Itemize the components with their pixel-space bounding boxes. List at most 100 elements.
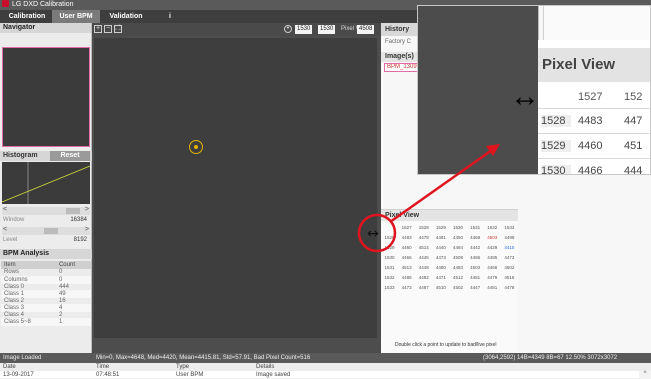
tab-info[interactable]: i [160,10,180,23]
log-cell: User BPM [176,372,204,378]
zoomed-header-row: 1527 152 [538,88,650,108]
pixel-cell[interactable]: 4471 [432,273,449,283]
pixel-cell[interactable]: 4503 [484,233,501,243]
log-scroll-up-icon[interactable]: ^ [639,371,651,379]
pixel-cell[interactable]: 4415 [501,243,518,253]
pixel-cell[interactable]: 4499 [501,233,518,243]
pixel-view-grid[interactable]: 1527 1528 1529 1530 1531 1532 1533 1528 … [381,223,518,293]
pixel-col-header: 1532 [487,225,498,230]
window-slider-thumb[interactable] [66,208,80,214]
status-left: Image Loaded [3,355,42,361]
pixel-cell[interactable]: 4450 [450,233,467,243]
pixel-row[interactable]: 1530 4466 4445 4473 4508 4486 4485 4473 [381,253,518,263]
locate-icon[interactable]: • [284,25,292,33]
pixel-cell[interactable]: 4478 [501,283,518,293]
level-slider[interactable]: < > [2,226,90,235]
pixel-cell[interactable]: 4516 [501,273,518,283]
slider-right-arrow-icon[interactable]: > [85,206,89,213]
pixel-row[interactable]: 1531 4513 4448 4480 4483 4503 4466 4502 [381,263,518,273]
pixel-cell[interactable]: 4481 [432,233,449,243]
pixel-row[interactable]: 1533 4473 4487 4510 4502 4447 4481 4478 [381,283,518,293]
window-slider[interactable]: < > [2,206,90,215]
tab-user-bpm[interactable]: User BPM [52,10,100,23]
pixel-cell[interactable]: 4483 [398,233,415,243]
pixel-cell[interactable]: 4469 [467,233,484,243]
pixel-cell[interactable]: 4487 [415,283,432,293]
log-col-type: Type [176,364,190,370]
pixel-cell[interactable]: 4478 [415,233,432,243]
coord-x-field[interactable]: 1530 [295,25,313,34]
pixel-cell[interactable]: 4442 [467,243,484,253]
pixel-cell[interactable]: 4460 [398,243,415,253]
tab-calibration[interactable]: Calibration [2,10,52,23]
histogram-header: Histogram Reset [0,151,92,161]
level-slider-thumb[interactable] [44,228,58,234]
pixel-cell[interactable]: 4502 [501,263,518,273]
zoom-in-icon[interactable]: + [94,25,102,33]
image-canvas[interactable] [92,36,381,353]
pixel-view-panel: Pixel View 1527 1528 1529 1530 1531 1532… [381,209,518,353]
zoomed-row: 1529 4460 451 [538,133,650,158]
xray-image[interactable] [94,38,377,338]
pixel-cell[interactable]: 4479 [484,273,501,283]
zoomed-cell: 4460 [578,140,603,152]
pixel-cell[interactable]: 4473 [398,283,415,293]
pixel-cell[interactable]: 4466 [398,253,415,263]
pixel-cell[interactable]: 4447 [467,283,484,293]
slider-left-arrow-icon[interactable]: < [3,226,7,233]
pixel-cell[interactable]: 4502 [450,283,467,293]
pixel-row[interactable]: 1529 4460 4514 4440 4484 4442 4429 4415 [381,243,518,253]
pixel-cell[interactable]: 4480 [432,263,449,273]
zoom-out-icon[interactable]: − [104,25,112,33]
pixel-cell[interactable]: 4492 [415,273,432,283]
pixel-cell[interactable]: 4508 [450,253,467,263]
pixel-cell[interactable]: 4466 [484,263,501,273]
pixel-row[interactable]: 1532 4486 4492 4471 4512 4481 4479 4516 [381,273,518,283]
zoomed-row: 1528 4483 447 [538,108,650,133]
zoomed-cell: 4483 [578,115,603,127]
pixel-cell[interactable]: 4448 [415,263,432,273]
pixel-cell[interactable]: 4484 [450,243,467,253]
pixel-cell[interactable]: 4481 [467,273,484,283]
slider-left-arrow-icon[interactable]: < [3,206,7,213]
cell: 0 [55,269,91,277]
fit-screen-icon[interactable]: ⛶ [114,25,122,33]
pixel-cell[interactable]: 4486 [398,273,415,283]
pixel-row-label: 1532 [384,275,395,280]
factory-label[interactable]: Factory C [385,39,411,45]
cell: Class 5~8 [1,318,56,326]
pixel-row-label: 1528 [384,235,395,240]
pixel-row[interactable]: 1528 4483 4478 4481 4450 4469 4503 4499 [381,233,518,243]
zoomed-col-header: 152 [624,91,643,103]
histogram-chart[interactable] [1,162,91,204]
reset-button[interactable]: Reset [50,151,90,161]
zoomed-cell: 4466 [578,165,603,175]
slider-right-arrow-icon[interactable]: > [85,226,89,233]
pixel-cell[interactable]: 4485 [484,253,501,263]
level-value: 8192 [73,237,87,243]
pixel-cell[interactable]: 4445 [415,253,432,263]
pixel-cell[interactable]: 4440 [432,243,449,253]
pixel-cell[interactable]: 4514 [415,243,432,253]
cell: Class 1 [1,290,56,298]
pixel-cell[interactable]: 4473 [432,253,449,263]
pixel-cell[interactable]: 4481 [484,283,501,293]
pixel-cell[interactable]: 4510 [432,283,449,293]
selected-pixel-marker[interactable] [189,140,203,154]
pixel-cell[interactable]: 4486 [467,253,484,263]
log-row[interactable]: 13-09-2017 07:48:51 User BPM Image saved [0,371,651,379]
column-header-count: Count [55,261,91,269]
log-col-details: Details [256,364,275,370]
tab-validation[interactable]: Validation [100,10,152,23]
pixel-row-label: 1533 [384,285,395,290]
app-logo-icon [2,0,9,7]
pixel-col-header: 1531 [470,225,481,230]
pixel-cell[interactable]: 4513 [398,263,415,273]
pixel-cell[interactable]: 4473 [501,253,518,263]
navigator-preview[interactable] [2,47,90,147]
pixel-cell[interactable]: 4483 [450,263,467,273]
pixel-cell[interactable]: 4503 [467,263,484,273]
pixel-cell[interactable]: 4512 [450,273,467,283]
coord-y-field[interactable]: 1530 [318,25,336,34]
pixel-cell[interactable]: 4429 [484,243,501,253]
